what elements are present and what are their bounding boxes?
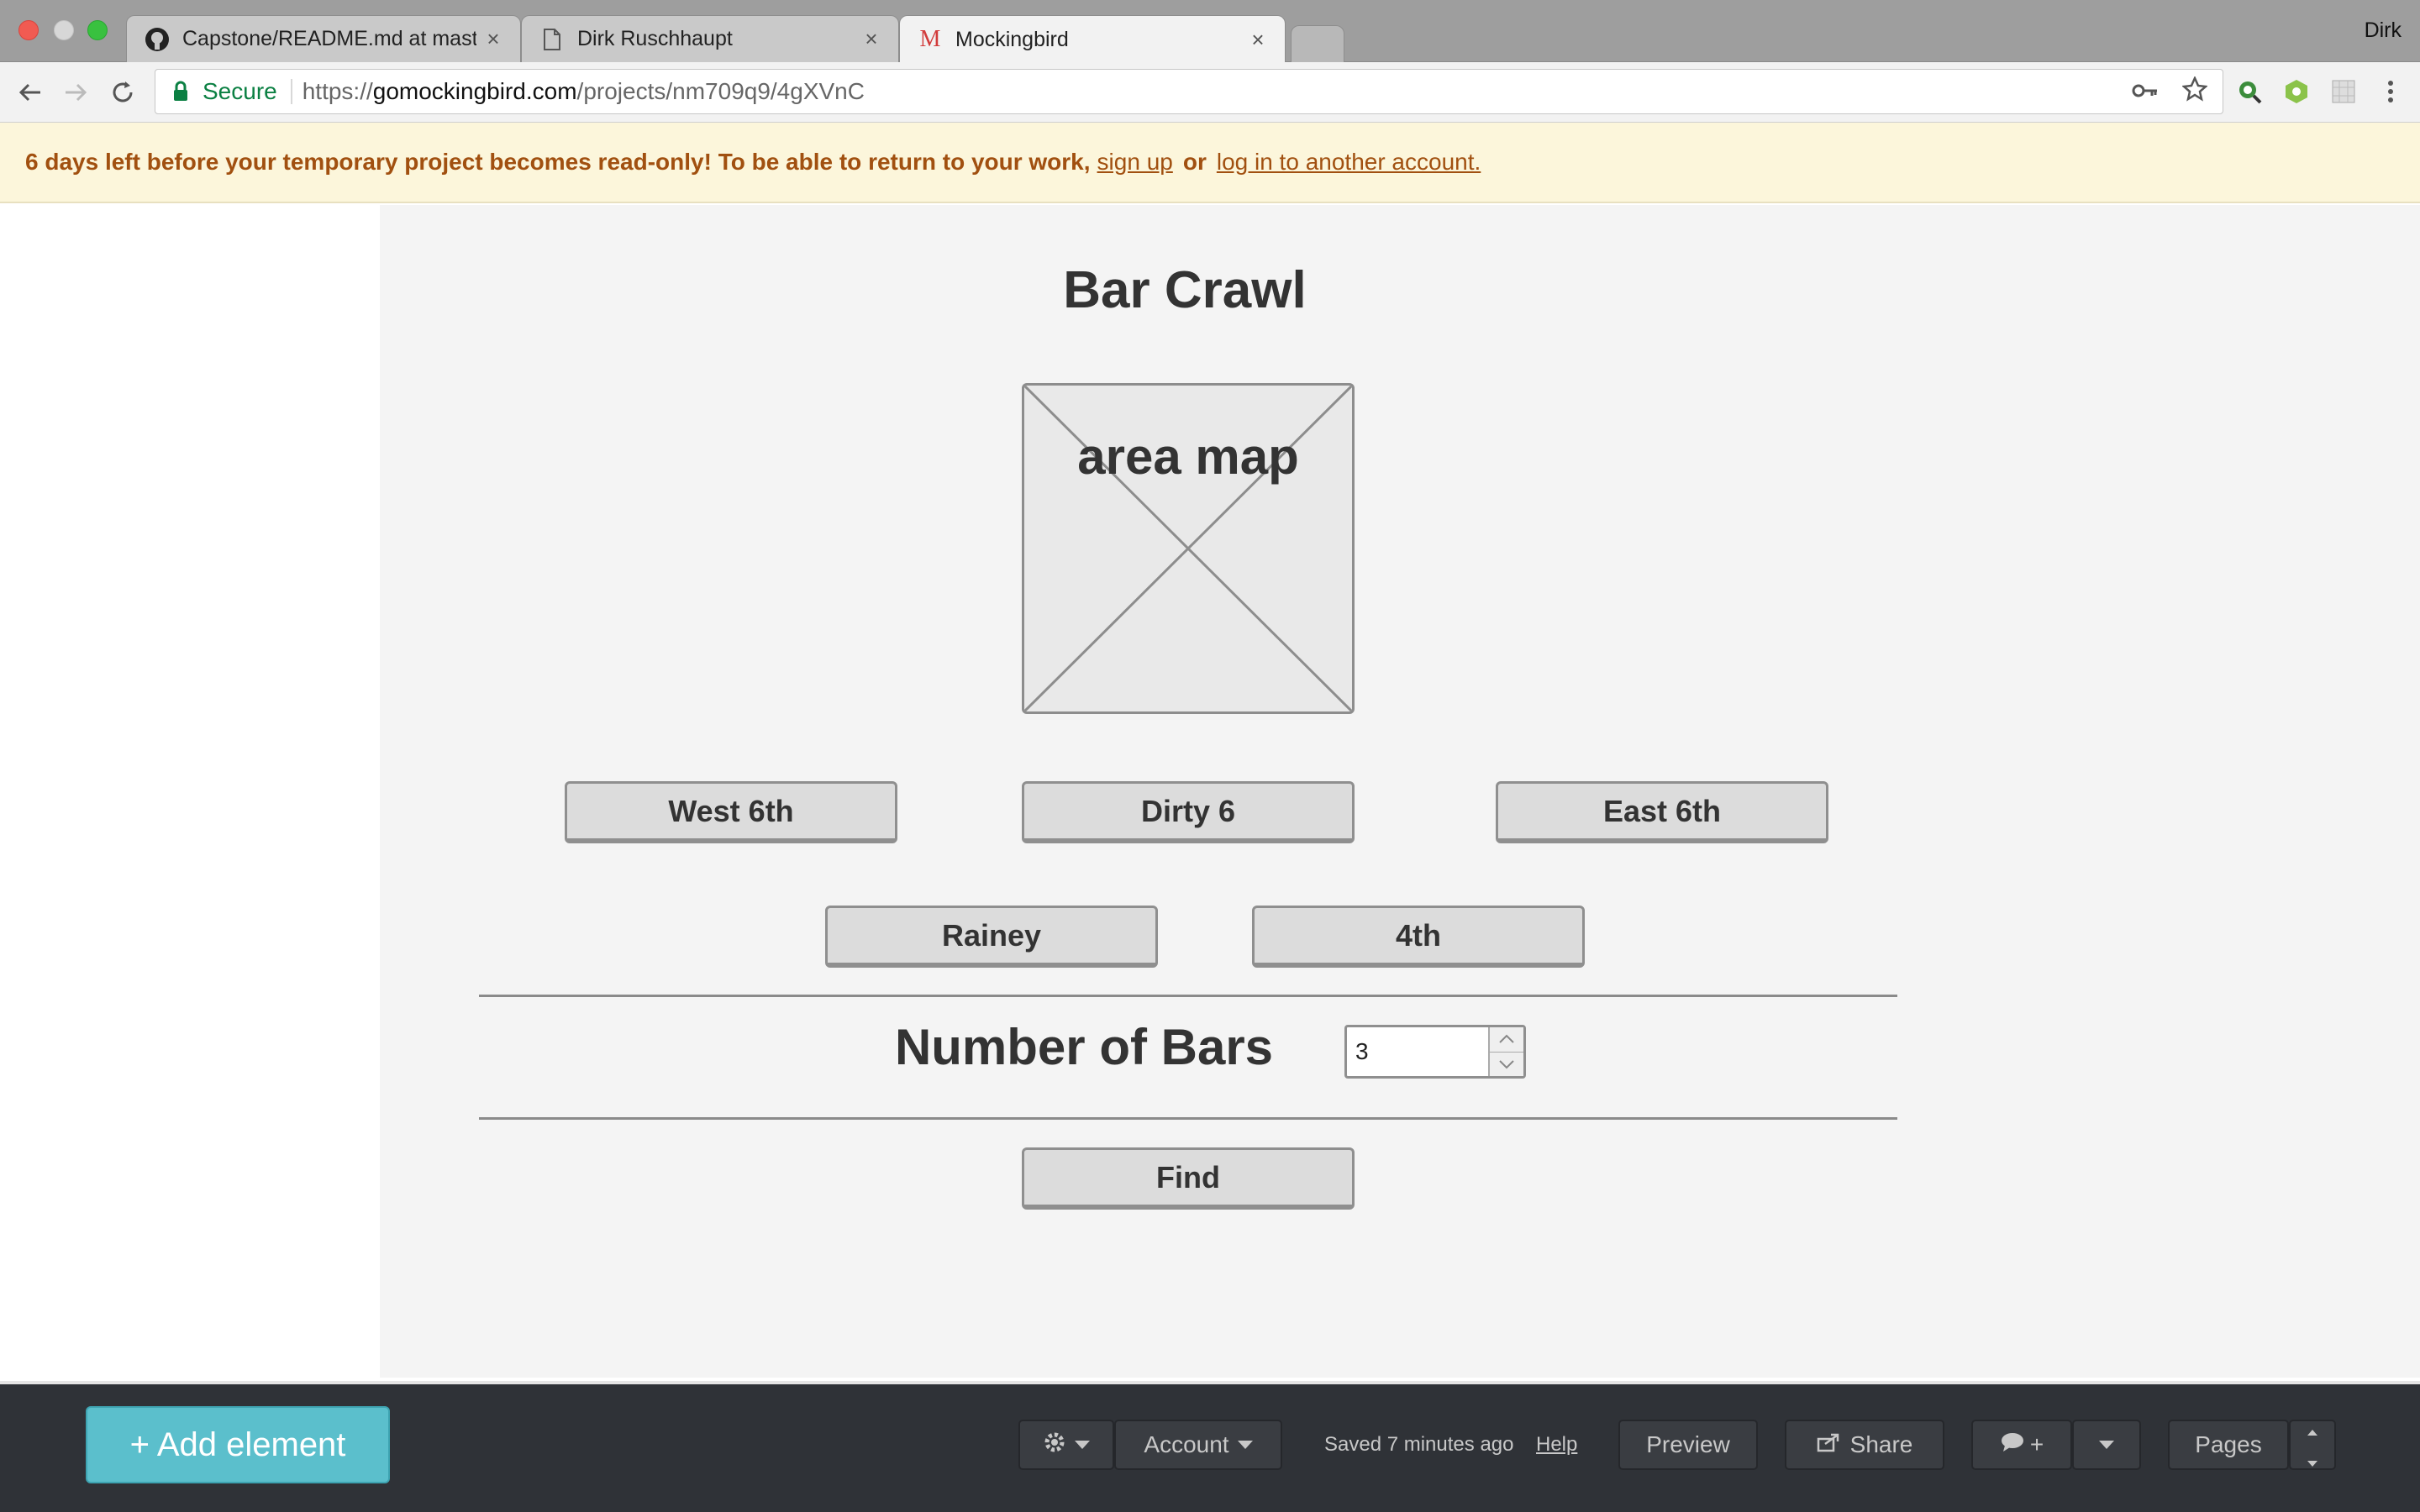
pages-up-icon[interactable]	[2306, 1415, 2319, 1442]
4th-button[interactable]: 4th	[1252, 906, 1585, 968]
east-6th-button[interactable]: East 6th	[1496, 781, 1828, 843]
pages-down-icon[interactable]	[2306, 1447, 2319, 1474]
share-button[interactable]: Share	[1785, 1420, 1944, 1470]
account-dropdown-button[interactable]: Account	[1114, 1420, 1282, 1470]
page-icon	[539, 26, 566, 53]
secure-label: Secure	[203, 78, 277, 104]
browser-tab-strip: Capstone/README.md at mast × Dirk Ruschh…	[0, 0, 2420, 63]
chevron-down-icon	[1075, 1441, 1090, 1449]
arrow-right-icon	[66, 83, 87, 102]
close-tab-icon[interactable]: ×	[861, 26, 881, 52]
arrow-left-icon	[18, 83, 40, 102]
settings-dropdown-button[interactable]	[1018, 1420, 1114, 1470]
mockingbird-icon: M	[919, 26, 941, 52]
banner-or-text: or	[1182, 149, 1207, 175]
omnibox-divider	[290, 79, 292, 104]
minimize-window-button[interactable]	[54, 20, 74, 40]
forward-button[interactable]	[59, 76, 92, 109]
menu-kebab-icon[interactable]	[2376, 77, 2405, 106]
stepper-down-icon[interactable]	[1490, 1052, 1523, 1076]
help-link[interactable]: Help	[1536, 1433, 1577, 1457]
share-icon	[1817, 1431, 1840, 1458]
preview-button[interactable]: Preview	[1618, 1420, 1758, 1470]
url-host: gomockingbird.com	[372, 78, 577, 104]
extension-grid-icon[interactable]	[2329, 77, 2358, 106]
editor-bottom-toolbar: + Add element Account Saved 7 minutes ag…	[0, 1381, 2420, 1512]
url-path: /projects/nm709q9/4gXVnC	[576, 78, 865, 104]
close-window-button[interactable]	[18, 20, 39, 40]
extension-search-icon[interactable]	[2235, 77, 2264, 106]
add-comment-button[interactable]: +	[1971, 1420, 2072, 1470]
sign-up-link[interactable]: sign up	[1097, 149, 1173, 176]
key-icon[interactable]	[2132, 78, 2159, 105]
number-of-bars-label: Number of Bars	[894, 1019, 1274, 1075]
tab-mockingbird[interactable]: M Mockingbird ×	[899, 15, 1286, 63]
close-tab-icon[interactable]: ×	[483, 26, 503, 52]
tab-title: Dirk Ruschhaupt	[577, 27, 733, 50]
banner-message: 6 days left before your temporary projec…	[25, 149, 1091, 175]
horizontal-rule-bottom	[479, 1117, 1897, 1120]
tab-dirk-ruschhaupt[interactable]: Dirk Ruschhaupt ×	[521, 15, 899, 62]
area-map-image-placeholder[interactable]: area map	[1022, 383, 1355, 714]
bookmark-star-icon[interactable]	[2181, 75, 2208, 108]
west-6th-button[interactable]: West 6th	[565, 781, 897, 843]
add-element-button[interactable]: + Add element	[86, 1406, 390, 1483]
extension-hexagon-icon[interactable]	[2282, 77, 2311, 106]
find-button[interactable]: Find	[1022, 1147, 1355, 1210]
dirty-6-button[interactable]: Dirty 6	[1022, 781, 1355, 843]
read-only-warning-banner: 6 days left before your temporary projec…	[0, 123, 2420, 203]
url-scheme: https://	[302, 78, 373, 104]
github-icon	[144, 26, 171, 53]
tab-capstone-readme[interactable]: Capstone/README.md at mast ×	[126, 15, 521, 62]
reload-icon	[113, 81, 133, 102]
chevron-down-icon	[1237, 1441, 1253, 1449]
rainey-button[interactable]: Rainey	[825, 906, 1158, 968]
wireframe-title[interactable]: Bar Crawl	[924, 260, 1445, 320]
share-label: Share	[1849, 1431, 1913, 1457]
comment-icon	[2000, 1431, 2025, 1458]
profile-name[interactable]: Dirk	[2365, 18, 2402, 43]
tab-title: Capstone/README.md at mast	[182, 27, 476, 50]
pages-button[interactable]: Pages	[2168, 1420, 2289, 1470]
log-in-link[interactable]: log in to another account.	[1217, 149, 1481, 176]
close-tab-icon[interactable]: ×	[1248, 27, 1268, 53]
stepper-arrows	[1490, 1027, 1523, 1076]
extensions-area	[2235, 77, 2405, 106]
maximize-window-button[interactable]	[87, 20, 108, 40]
saved-status: Saved 7 minutes ago	[1324, 1433, 1514, 1456]
reload-button[interactable]	[106, 76, 139, 109]
number-of-bars-stepper[interactable]: 3	[1344, 1025, 1526, 1079]
comments-dropdown-button[interactable]	[2072, 1420, 2141, 1470]
horizontal-rule-top	[479, 995, 1897, 997]
stepper-value[interactable]: 3	[1347, 1027, 1490, 1076]
image-label: area map	[1077, 428, 1299, 485]
left-panel	[0, 205, 380, 1378]
gear-icon	[1043, 1431, 1066, 1460]
account-label: Account	[1144, 1431, 1229, 1457]
address-bar[interactable]: Secure https://gomockingbird.com/project…	[155, 69, 2223, 114]
tab-title: Mockingbird	[955, 27, 1069, 51]
lock-icon	[172, 79, 194, 104]
pages-stepper[interactable]	[2289, 1420, 2336, 1470]
stepper-up-icon[interactable]	[1490, 1027, 1523, 1053]
chevron-down-icon	[2099, 1441, 2114, 1449]
new-tab-button[interactable]	[1291, 25, 1344, 62]
browser-toolbar: Secure https://gomockingbird.com/project…	[0, 62, 2420, 123]
add-comment-label: +	[2029, 1431, 2044, 1457]
back-button[interactable]	[13, 76, 47, 109]
